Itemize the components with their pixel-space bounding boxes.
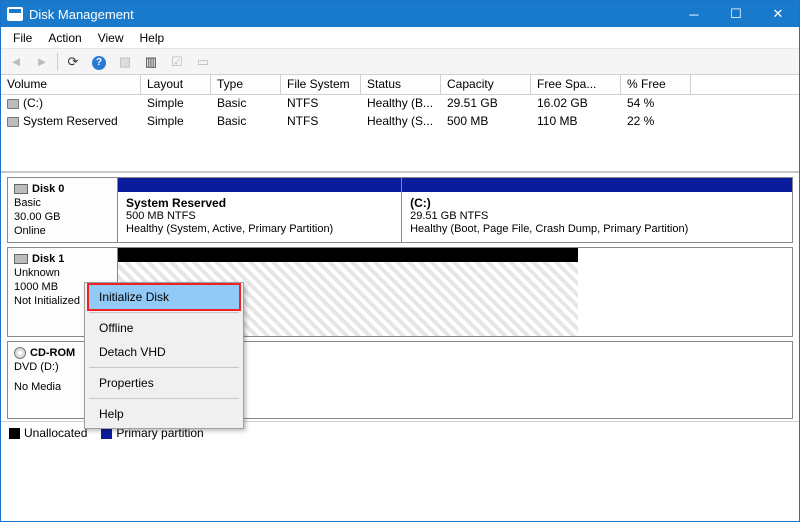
menu-help[interactable]: Help [132, 29, 173, 47]
disk0-bar-seg1 [402, 178, 792, 192]
ctx-properties[interactable]: Properties [87, 371, 241, 395]
ctx-detach-vhd[interactable]: Detach VHD [87, 340, 241, 364]
back-button[interactable]: ◄ [5, 52, 27, 72]
tb-icon-3[interactable]: ☑ [166, 52, 188, 72]
col-type[interactable]: Type [211, 75, 281, 94]
help-icon [92, 53, 106, 70]
tb-icon-2[interactable]: ▥ [140, 52, 162, 72]
disk0-info: Disk 0 Basic 30.00 GB Online [8, 178, 118, 242]
vol-cap: 29.51 GB [441, 95, 531, 113]
ctx-separator [89, 312, 239, 313]
vol-name: (C:) [23, 96, 43, 110]
drive-icon [7, 117, 19, 127]
disk-management-window: Disk Management ─ ☐ ✕ File Action View H… [0, 0, 800, 522]
disk1-bar [118, 248, 578, 262]
disk0-partitions: System Reserved 500 MB NTFS Healthy (Sys… [118, 192, 792, 242]
col-filesystem[interactable]: File System [281, 75, 361, 94]
disk-row-disk0[interactable]: Disk 0 Basic 30.00 GB Online System Rese… [7, 177, 793, 243]
forward-button[interactable]: ► [31, 52, 53, 72]
volume-row[interactable]: (C:) Simple Basic NTFS Healthy (B... 29.… [1, 95, 799, 113]
disk-icon [14, 184, 28, 194]
col-free[interactable]: Free Spa... [531, 75, 621, 94]
part-title: (C:) [410, 196, 784, 210]
help-button[interactable] [88, 52, 110, 72]
col-capacity[interactable]: Capacity [441, 75, 531, 94]
disk0-name: Disk 0 [32, 183, 64, 195]
app-icon [7, 7, 23, 21]
tb-icon-1[interactable]: ▧ [114, 52, 136, 72]
col-status[interactable]: Status [361, 75, 441, 94]
toolbar-separator [57, 53, 58, 71]
menu-view[interactable]: View [90, 29, 132, 47]
vol-status: Healthy (S... [361, 113, 441, 131]
vol-pct: 54 % [621, 95, 691, 113]
context-menu: Initialize Disk Offline Detach VHD Prope… [84, 282, 244, 429]
tb-icon-4[interactable]: ▭ [192, 52, 214, 72]
disk0-state: Online [14, 224, 111, 238]
ctx-separator [89, 367, 239, 368]
legend-primary-swatch [101, 428, 112, 439]
cdrom-icon [14, 347, 26, 359]
disk0-body: System Reserved 500 MB NTFS Healthy (Sys… [118, 178, 792, 242]
window-title: Disk Management [29, 7, 673, 22]
titlebar: Disk Management ─ ☐ ✕ [1, 1, 799, 27]
cdrom-name: CD-ROM [30, 347, 75, 359]
minimize-button[interactable]: ─ [673, 1, 715, 27]
maximize-button[interactable]: ☐ [715, 1, 757, 27]
ctx-offline[interactable]: Offline [87, 316, 241, 340]
vol-type: Basic [211, 95, 281, 113]
part-line1: 29.51 GB NTFS [410, 210, 784, 223]
col-volume[interactable]: Volume [1, 75, 141, 94]
vol-status: Healthy (B... [361, 95, 441, 113]
disk0-bar [118, 178, 792, 192]
volume-header-row: Volume Layout Type File System Status Ca… [1, 75, 799, 95]
disk1-bar-unalloc [118, 248, 578, 262]
vol-type: Basic [211, 113, 281, 131]
close-button[interactable]: ✕ [757, 1, 799, 27]
legend-unallocated: Unallocated [9, 426, 87, 440]
menu-file[interactable]: File [5, 29, 40, 47]
part-line1: 500 MB NTFS [126, 210, 393, 223]
disk0-type: Basic [14, 196, 111, 210]
vol-free: 110 MB [531, 113, 621, 131]
vol-layout: Simple [141, 95, 211, 113]
vol-cap: 500 MB [441, 113, 531, 131]
vol-fs: NTFS [281, 95, 361, 113]
disk1-name: Disk 1 [32, 253, 64, 265]
toolbar: ◄ ► ⟳ ▧ ▥ ☑ ▭ [1, 49, 799, 75]
partition-c[interactable]: (C:) 29.51 GB NTFS Healthy (Boot, Page F… [401, 192, 792, 242]
col-layout[interactable]: Layout [141, 75, 211, 94]
col-pctfree[interactable]: % Free [621, 75, 691, 94]
volume-list-spacer [1, 131, 799, 171]
disk0-bar-seg0 [118, 178, 401, 192]
legend-unalloc-swatch [9, 428, 20, 439]
menubar: File Action View Help [1, 27, 799, 49]
part-title: System Reserved [126, 196, 393, 210]
legend-unalloc-label: Unallocated [24, 426, 87, 440]
vol-free: 16.02 GB [531, 95, 621, 113]
partition-system-reserved[interactable]: System Reserved 500 MB NTFS Healthy (Sys… [118, 192, 401, 242]
vol-name: System Reserved [23, 114, 118, 128]
part-line2: Healthy (System, Active, Primary Partiti… [126, 223, 393, 236]
vol-fs: NTFS [281, 113, 361, 131]
vol-pct: 22 % [621, 113, 691, 131]
drive-icon [7, 99, 19, 109]
disk1-type: Unknown [14, 266, 111, 280]
volume-row[interactable]: System Reserved Simple Basic NTFS Health… [1, 113, 799, 131]
ctx-help[interactable]: Help [87, 402, 241, 426]
ctx-separator [89, 398, 239, 399]
disk0-size: 30.00 GB [14, 210, 111, 224]
volume-list: Volume Layout Type File System Status Ca… [1, 75, 799, 173]
refresh-button[interactable]: ⟳ [62, 52, 84, 72]
menu-action[interactable]: Action [40, 29, 89, 47]
ctx-initialize-disk[interactable]: Initialize Disk [87, 283, 241, 311]
disk-icon [14, 254, 28, 264]
vol-layout: Simple [141, 113, 211, 131]
part-line2: Healthy (Boot, Page File, Crash Dump, Pr… [410, 223, 784, 236]
